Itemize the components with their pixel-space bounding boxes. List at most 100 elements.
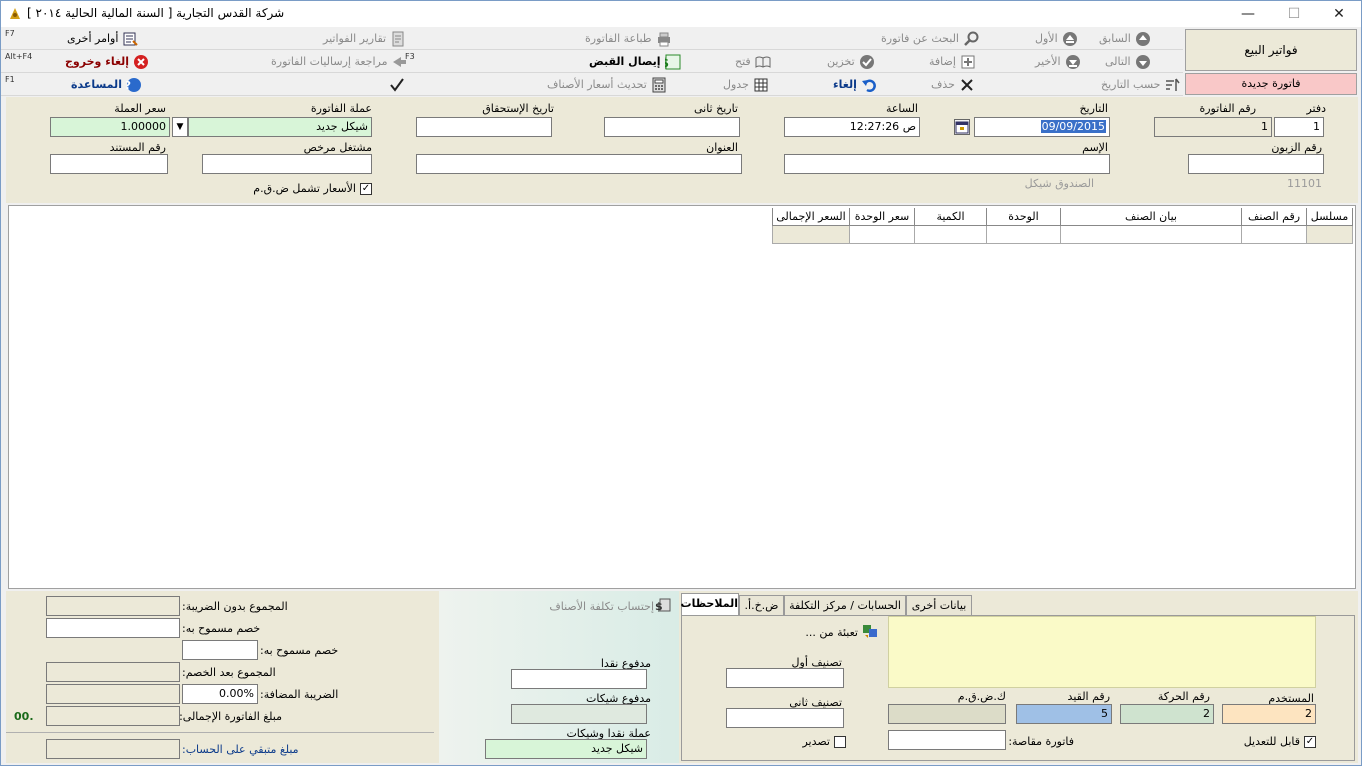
other-commands-button[interactable]: أوامر أخرى bbox=[67, 29, 139, 49]
print-invoice-label: طباعة الفاتورة bbox=[585, 32, 652, 45]
currency-field[interactable]: شيكل جديد bbox=[188, 117, 372, 137]
export-label: تصدير bbox=[802, 735, 830, 748]
customer-no-field[interactable] bbox=[1188, 154, 1324, 174]
cancel-button[interactable]: إلغاء bbox=[833, 75, 877, 95]
doc-no-field[interactable] bbox=[50, 154, 168, 174]
discount2-field[interactable] bbox=[182, 640, 258, 660]
grid-cell[interactable] bbox=[850, 226, 915, 244]
grid-cell[interactable] bbox=[1307, 226, 1353, 244]
discount2-label: خصم مسموح به: bbox=[260, 644, 339, 657]
update-prices-label: تحديث أسعار الأصناف bbox=[547, 78, 647, 91]
col-header-unit-price[interactable]: سعر الوحدة bbox=[850, 208, 915, 226]
divider bbox=[6, 732, 434, 733]
review-sent-button[interactable]: مراجعة إرساليات الفاتورة bbox=[271, 52, 407, 72]
book-field[interactable]: 1 bbox=[1274, 117, 1324, 137]
grid-cell[interactable] bbox=[915, 226, 987, 244]
update-prices-button[interactable]: تحديث أسعار الأصناف bbox=[547, 75, 667, 95]
help-button[interactable]: ? المساعدة bbox=[71, 75, 142, 95]
grid-cell[interactable] bbox=[772, 226, 850, 244]
new-invoice-button[interactable]: فاتورة جديدة bbox=[1185, 73, 1357, 95]
col-header-unit[interactable]: الوحدة bbox=[987, 208, 1061, 226]
print-invoice-button[interactable]: طباعة الفاتورة bbox=[585, 29, 672, 49]
account-name: الصندوق شيكل bbox=[1024, 177, 1094, 190]
tab-notes[interactable]: الملاحظات bbox=[681, 593, 739, 615]
sales-invoices-button[interactable]: فواتير البيع bbox=[1185, 29, 1357, 71]
tab-accounts-cost-center[interactable]: الحسابات / مركز التكلفة bbox=[784, 595, 906, 615]
movement-no-label: رقم الحركة bbox=[1157, 690, 1210, 703]
shortcut-alt-f4: Alt+F4 bbox=[5, 52, 33, 61]
add-button[interactable]: إضافة bbox=[929, 52, 976, 72]
last-button[interactable]: الأخير bbox=[1035, 52, 1081, 72]
grid-cell[interactable] bbox=[987, 226, 1061, 244]
prices-include-vat-label: الأسعار تشمل ض.ق.م bbox=[253, 182, 356, 195]
fill-from-button[interactable]: تعبئة من ... bbox=[762, 626, 858, 639]
time-field[interactable]: 12:27:26 ص bbox=[784, 117, 920, 137]
invoice-no-label: رقم الفاتورة bbox=[1199, 102, 1256, 115]
address-field[interactable] bbox=[416, 154, 742, 174]
arrow-up-icon bbox=[1135, 31, 1151, 47]
class1-field[interactable] bbox=[726, 668, 844, 688]
cost-calc-label[interactable]: إحتساب تكلفة الأصناف bbox=[544, 600, 654, 613]
col-header-serial[interactable]: مسلسل bbox=[1307, 208, 1353, 226]
close-button[interactable]: ✕ bbox=[1316, 1, 1362, 27]
grid-cell[interactable] bbox=[1061, 226, 1242, 244]
discount1-field[interactable] bbox=[46, 618, 180, 638]
first-button[interactable]: الأول bbox=[1035, 29, 1078, 49]
subtotal-field bbox=[46, 596, 180, 616]
licensed-field[interactable] bbox=[202, 154, 372, 174]
calendar-icon[interactable] bbox=[954, 119, 970, 135]
table-button[interactable]: جدول bbox=[723, 75, 769, 95]
entry-no-label: رقم القيد bbox=[1067, 690, 1110, 703]
confirm-check-button[interactable] bbox=[385, 75, 405, 95]
printer-icon bbox=[656, 31, 672, 47]
after-discount-label: المجموع بعد الخصم: bbox=[182, 666, 276, 679]
offset-invoice-field[interactable] bbox=[888, 730, 1006, 750]
search-invoice-button[interactable]: البحث عن فاتورة bbox=[881, 29, 979, 49]
class2-field[interactable] bbox=[726, 708, 844, 728]
open-button[interactable]: فتح bbox=[735, 52, 771, 72]
tab-other-data[interactable]: بيانات أخرى bbox=[906, 595, 972, 615]
delete-button[interactable]: حذف bbox=[931, 75, 975, 95]
rate-field[interactable]: 1.00000 bbox=[50, 117, 170, 137]
delete-label: حذف bbox=[931, 78, 955, 91]
grid-cell[interactable] bbox=[1242, 226, 1307, 244]
date-field[interactable]: 09/09/2015 bbox=[974, 117, 1110, 137]
cancel-exit-button[interactable]: إلغاء وخروج bbox=[65, 52, 149, 72]
doc-no-label: رقم المستند bbox=[109, 141, 166, 154]
col-header-item-desc[interactable]: بيان الصنف bbox=[1061, 208, 1242, 226]
previous-label: السابق bbox=[1099, 32, 1131, 45]
export-checkbox[interactable] bbox=[834, 736, 846, 748]
receipt-button[interactable]: $ إيصال القبض bbox=[589, 52, 681, 72]
store-button[interactable]: تخزين bbox=[827, 52, 875, 72]
search-icon bbox=[963, 31, 979, 47]
vat-rate-field[interactable]: 0.00% bbox=[182, 684, 258, 704]
by-date-button[interactable]: حسب التاريخ bbox=[1101, 75, 1181, 95]
col-header-total-price[interactable]: السعر الإجمالى bbox=[772, 208, 850, 226]
fill-from-icon[interactable] bbox=[862, 623, 878, 639]
payment-currency-field[interactable]: شيكل جديد bbox=[485, 739, 647, 759]
second-date-field[interactable] bbox=[604, 117, 740, 137]
add-label: إضافة bbox=[929, 55, 956, 68]
cash-paid-field[interactable] bbox=[511, 669, 647, 689]
maximize-button[interactable]: ☐ bbox=[1271, 1, 1317, 27]
invoice-reports-button[interactable]: تقارير الفواتير bbox=[323, 29, 406, 49]
minimize-button[interactable]: — bbox=[1225, 1, 1271, 27]
due-date-field[interactable] bbox=[416, 117, 552, 137]
next-button[interactable]: التالى bbox=[1105, 52, 1151, 72]
time-label: الساعة bbox=[885, 102, 918, 115]
search-invoice-label: البحث عن فاتورة bbox=[881, 32, 959, 45]
editable-checkbox[interactable]: ✓ bbox=[1304, 736, 1316, 748]
arrow-first-icon bbox=[1062, 31, 1078, 47]
name-field[interactable] bbox=[784, 154, 1110, 174]
currency-dropdown-arrow-icon[interactable]: ▼ bbox=[172, 117, 188, 137]
notes-textarea[interactable] bbox=[888, 616, 1316, 688]
cost-calc-icon[interactable]: $ bbox=[655, 597, 671, 613]
prices-include-vat-checkbox[interactable]: ✓ bbox=[360, 183, 372, 195]
col-header-quantity[interactable]: الكمية bbox=[915, 208, 987, 226]
items-grid[interactable]: مسلسل رقم الصنف بيان الصنف الوحدة الكمية… bbox=[8, 205, 1356, 589]
delete-x-icon bbox=[959, 77, 975, 93]
title-bar: شركة القدس التجارية [ السنة المالية الحا… bbox=[1, 1, 1361, 27]
previous-button[interactable]: السابق bbox=[1099, 29, 1151, 49]
tab-vat[interactable]: ض.خ.أ. bbox=[739, 595, 784, 615]
col-header-item-no[interactable]: رقم الصنف bbox=[1242, 208, 1307, 226]
